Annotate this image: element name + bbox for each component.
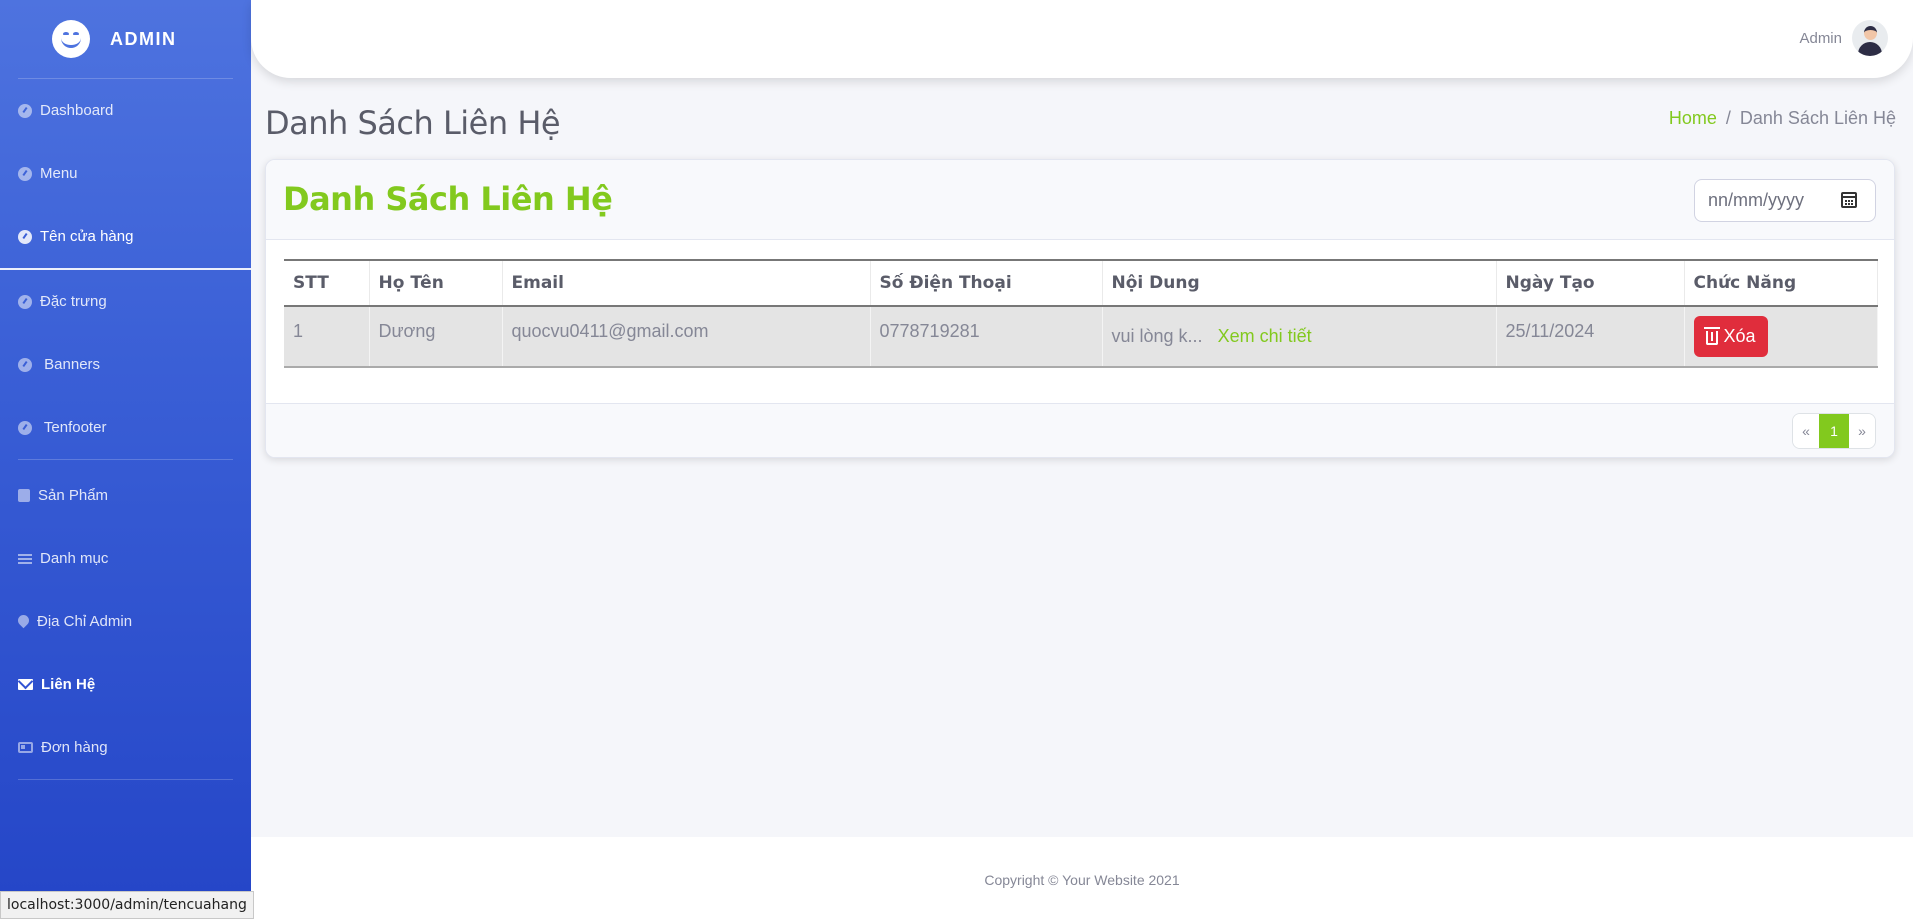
breadcrumb-home-link[interactable]: Home [1669, 108, 1717, 129]
card-footer: « 1 » [266, 403, 1894, 457]
column-header: STT [284, 259, 370, 307]
column-header: Ngày Tạo [1496, 259, 1685, 307]
sidebar-item-label: Danh mục [40, 550, 109, 567]
topbar: Admin [251, 0, 1913, 78]
contacts-table: STT Họ Tên Email Số Điện Thoại Nội Dung … [284, 259, 1878, 368]
date-placeholder: nn/mm/yyyy [1708, 190, 1805, 210]
sidebar-item-tenfooter[interactable]: Tenfooter [0, 396, 251, 459]
cell-email: quocvu0411@gmail.com [502, 306, 871, 368]
pagination-page[interactable]: 1 [1819, 414, 1849, 448]
cell-created-date: 25/11/2024 [1496, 306, 1685, 368]
sidebar-item-menu[interactable]: Menu [0, 142, 251, 205]
tachometer-icon [18, 103, 32, 118]
cell-stt: 1 [284, 306, 370, 368]
id-card-icon [18, 742, 33, 753]
user-name: Admin [1799, 29, 1842, 47]
sidebar-divider [18, 459, 233, 460]
sidebar-item-label: Tên cửa hàng [40, 228, 134, 245]
calendar-icon[interactable] [1841, 192, 1857, 208]
tachometer-icon [18, 166, 32, 181]
tachometer-icon [18, 420, 32, 435]
list-icon [18, 552, 32, 566]
sidebar-item-contacts[interactable]: Liên Hệ [0, 653, 251, 716]
sidebar-item-label: Đơn hàng [41, 739, 108, 756]
status-bar-url: localhost:3000/admin/tencuahang [0, 891, 254, 919]
sidebar-item-label: Banners [40, 356, 101, 373]
cell-actions: Xóa [1684, 306, 1878, 368]
user-menu[interactable]: Admin [1799, 20, 1888, 56]
content-preview: vui lòng k... [1111, 326, 1203, 346]
trash-icon [1703, 327, 1720, 345]
box-icon [18, 489, 30, 502]
page-title: Danh Sách Liên Hệ [265, 104, 561, 142]
column-header: Chức Năng [1684, 259, 1878, 307]
sidebar-item-dashboard[interactable]: Dashboard [0, 79, 251, 142]
card-header: Danh Sách Liên Hệ nn/mm/yyyy [266, 160, 1894, 240]
delete-label: Xóa [1723, 326, 1756, 346]
breadcrumb-current: Danh Sách Liên Hệ [1739, 108, 1896, 128]
brand[interactable]: ADMIN [0, 0, 251, 78]
pagination-next[interactable]: » [1849, 414, 1875, 448]
sidebar-item-features[interactable]: Đặc trưng [0, 270, 251, 333]
delete-button[interactable]: Xóa [1693, 316, 1768, 357]
cell-name: Dương [369, 306, 503, 368]
envelope-icon [18, 679, 33, 690]
sidebar-item-label: Liên Hệ [41, 676, 96, 693]
column-header: Email [502, 259, 871, 307]
sidebar-item-label: Tenfooter [40, 419, 107, 436]
sidebar-item-banners[interactable]: Banners [0, 333, 251, 396]
sidebar-item-orders[interactable]: Đơn hàng [0, 716, 251, 779]
table-row: 1 Dương quocvu0411@gmail.com 0778719281 … [284, 306, 1878, 368]
cell-content: vui lòng k... Xem chi tiết [1102, 306, 1497, 368]
card-title: Danh Sách Liên Hệ [283, 180, 613, 218]
copyright-text: Copyright © Your Website 2021 [984, 872, 1180, 888]
tachometer-icon [18, 294, 32, 309]
sidebar-item-label: Sản Phẩm [38, 487, 109, 504]
sidebar-item-label: Dashboard [40, 102, 114, 119]
view-details-link[interactable]: Xem chi tiết [1218, 326, 1312, 346]
sidebar-item-store-name[interactable]: Tên cửa hàng [0, 205, 251, 268]
sidebar-item-categories[interactable]: Danh mục [0, 527, 251, 590]
pagination-prev[interactable]: « [1793, 414, 1819, 448]
avatar[interactable] [1852, 20, 1888, 56]
sidebar: ADMIN Dashboard Menu Tên cửa hàng Đặc tr… [0, 0, 251, 919]
sidebar-item-label: Menu [40, 165, 78, 182]
sidebar-item-admin-address[interactable]: Địa Chỉ Admin [0, 590, 251, 653]
contacts-card: Danh Sách Liên Hệ nn/mm/yyyy STT Họ Tên … [265, 159, 1895, 458]
tachometer-icon [18, 229, 32, 244]
table-header-row: STT Họ Tên Email Số Điện Thoại Nội Dung … [284, 259, 1878, 307]
sidebar-item-label: Địa Chỉ Admin [37, 613, 133, 630]
sidebar-divider [18, 779, 233, 780]
map-marker-icon [15, 612, 32, 629]
pagination: « 1 » [1792, 413, 1876, 449]
laugh-wink-icon [52, 20, 90, 58]
site-footer: Copyright © Your Website 2021 [251, 837, 1913, 919]
brand-name: ADMIN [110, 28, 177, 49]
tachometer-icon [18, 357, 32, 372]
breadcrumb-separator: / [1725, 108, 1731, 128]
column-header: Nội Dung [1102, 259, 1497, 307]
date-filter-input[interactable]: nn/mm/yyyy [1694, 179, 1876, 222]
sidebar-item-products[interactable]: Sản Phẩm [0, 464, 251, 527]
column-header: Họ Tên [369, 259, 503, 307]
cell-phone: 0778719281 [870, 306, 1103, 368]
breadcrumb: Home / Danh Sách Liên Hệ [1669, 108, 1896, 129]
sidebar-item-label: Đặc trưng [40, 293, 107, 310]
column-header: Số Điện Thoại [870, 259, 1103, 307]
